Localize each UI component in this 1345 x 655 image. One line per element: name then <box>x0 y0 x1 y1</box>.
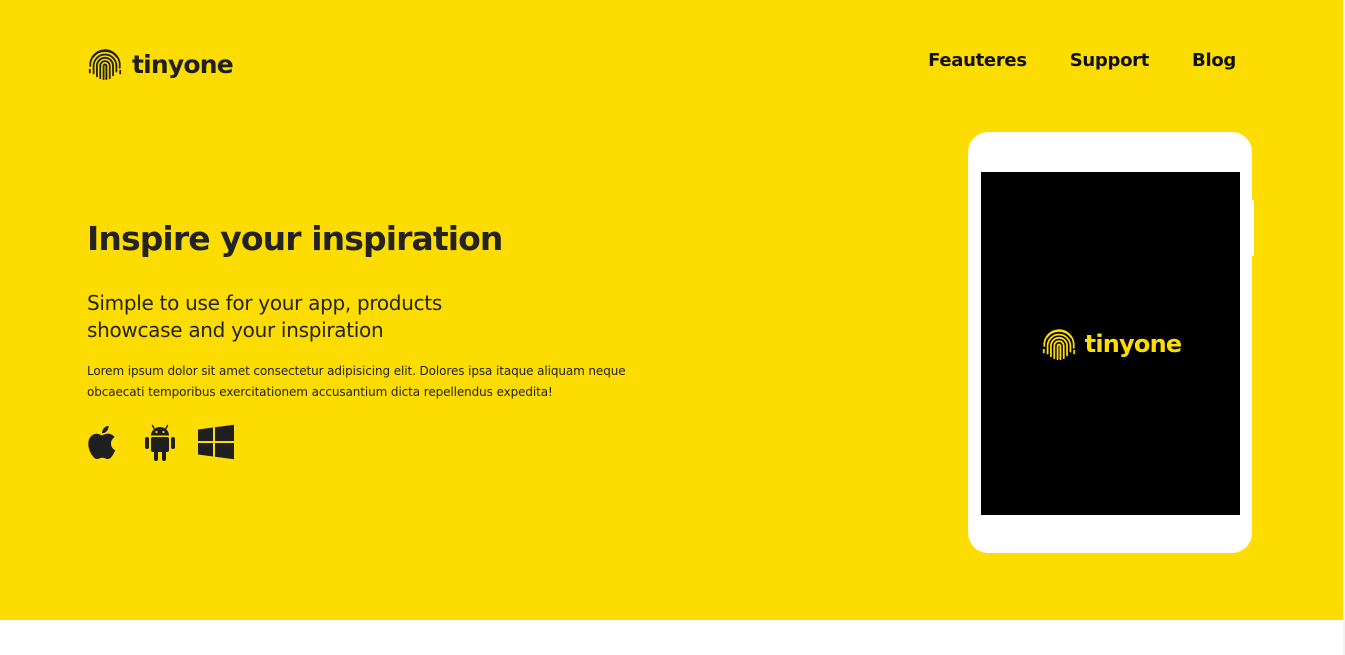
nav-link-support[interactable]: Support <box>1070 50 1150 71</box>
android-icon <box>145 424 175 461</box>
fingerprint-icon <box>88 49 122 81</box>
nav-link-blog[interactable]: Blog <box>1192 50 1236 71</box>
screen-logo: tinyone <box>1040 325 1182 363</box>
hero-subtitle-line-1: Simple to use for your app, products <box>87 291 442 315</box>
brand-name: tinyone <box>132 49 234 79</box>
hero-title: Inspire your inspiration <box>87 219 503 258</box>
android-store-link[interactable] <box>142 421 178 463</box>
main-nav: Feauteres Support Blog <box>928 50 1236 71</box>
apple-store-link[interactable] <box>86 421 122 463</box>
platform-links <box>86 421 234 463</box>
windows-store-link[interactable] <box>198 421 234 463</box>
screen-logo-text: tinyone <box>1084 329 1182 358</box>
nav-link-features[interactable]: Feauteres <box>928 50 1027 71</box>
hero-subtitle: Simple to use for your app, products sho… <box>87 290 507 344</box>
hero-subtitle-line-2: showcase and your inspiration <box>87 318 384 342</box>
apple-icon <box>88 425 116 460</box>
fingerprint-icon <box>1042 328 1075 360</box>
windows-icon <box>198 424 234 460</box>
hero-section: tinyone Feauteres Support Blog Inspire y… <box>0 0 1343 620</box>
tablet-mockup: tinyone <box>968 132 1252 553</box>
hero-description: Lorem ipsum dolor sit amet consectetur a… <box>87 364 626 399</box>
brand-logo[interactable]: tinyone <box>86 45 234 83</box>
tablet-side-button <box>1251 200 1254 256</box>
tablet-screen: tinyone <box>981 172 1240 515</box>
